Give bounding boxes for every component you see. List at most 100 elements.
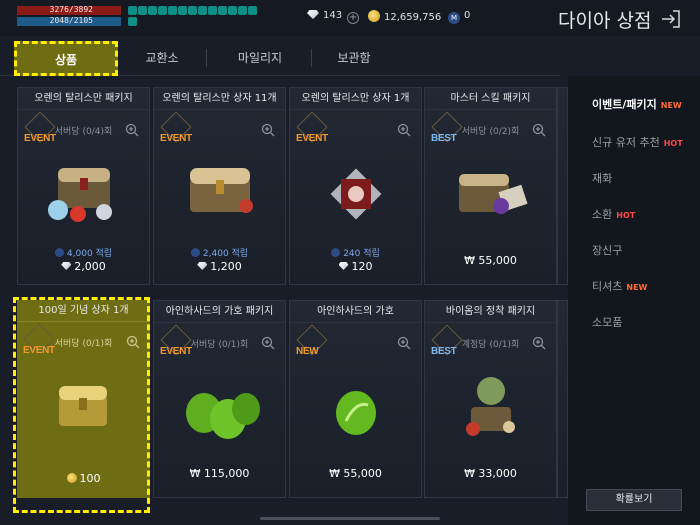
product-title: 오렌의 탈리스만 상자 1개 [290,88,421,110]
page-title: 다이아 상점 [558,10,652,32]
category-label: 티셔츠 [592,280,623,293]
tab-storage[interactable]: 보관함 [318,40,390,76]
add-diamond-icon[interactable]: + [347,12,360,24]
product-card-partial[interactable] [557,87,568,285]
buff-icon [208,6,217,15]
product-title: 오렌의 탈리스만 패키지 [18,88,149,110]
tab-divider [206,49,207,67]
zoom-icon[interactable] [261,123,275,137]
goblin-package-image [466,377,515,436]
zoom-icon[interactable] [397,123,411,137]
category-tshirt[interactable]: 티셔츠 NEW [592,278,647,294]
product-price-text: 2,000 [74,260,106,273]
category-new-user[interactable]: 신규 유저 추천 HOT [592,134,683,150]
buff-icon [168,6,177,15]
gold-coin-icon [368,10,380,22]
exit-icon[interactable] [661,10,681,28]
tab-mileage-label: 마일리지 [237,51,283,65]
green-gem-image [186,393,260,439]
buff-icon [248,6,257,15]
mp-value: 2048/2105 [49,16,93,25]
product-price-text: 1,200 [210,260,242,273]
product-price-text: 120 [351,260,373,273]
mileage-icon [54,248,64,257]
product-price: ₩ 115,000 [189,467,250,480]
buff-icon [148,6,157,15]
product-card[interactable]: 바이옴의 정착 패키지 BEST 계정당 (0/1)회 ₩ 33,000 [424,300,557,498]
product-price: ₩ 55,000 [329,467,382,480]
mileage-reward-text: 4,000 적립 [66,249,113,259]
buff-icon [138,6,147,15]
zoom-icon[interactable] [397,336,411,350]
mileage-reward: 2,400 적립 [154,246,285,259]
diamond-currency: 143 + [307,10,360,24]
category-summon[interactable]: 소환 HOT [592,206,635,222]
tab-exchange-label: 교환소 [145,51,179,65]
product-card[interactable]: 오렌의 탈리스만 상자 11개 EVENT 2,400 적립 1,200 [153,87,286,285]
mp-bar: 2048/2105 [17,16,121,26]
category-accessory[interactable]: 장신구 [592,242,622,258]
buff-icon [128,17,137,26]
buff-icon [238,6,247,15]
product-title: 마스터 스킬 패키지 [425,88,556,110]
tab-products[interactable]: 상품 [14,41,118,76]
treasure-chest-image [190,168,253,213]
new-badge: NEW [296,346,319,357]
product-price: ₩ 55,000 [464,254,517,267]
product-price: ₩ 33,000 [464,467,517,480]
tab-exchange[interactable]: 교환소 [122,40,202,76]
product-price: 120 [290,260,421,273]
product-card[interactable]: 오렌의 탈리스만 패키지 EVENT 서버당 (0/4)회 4,000 적립 2… [17,87,150,285]
mileage-icon [190,248,200,257]
tab-mileage[interactable]: 마일리지 [214,40,306,76]
product-card[interactable]: 마스터 스킬 패키지 BEST 서버당 (0/2)회 ₩ 55,000 [424,87,557,285]
hp-bar: 3276/3892 [17,5,121,15]
skill-package-image [459,174,528,214]
talisman-box-image [330,168,382,220]
buff-icon [128,6,137,15]
event-badge: EVENT [296,133,328,144]
product-card[interactable]: 아인하사드의 가호 패키지 EVENT 서버당 (0/1)회 ₩ 115,000 [153,300,286,498]
gold-amount: 12,659,756 [384,12,442,23]
mileage-icon: M [448,12,460,24]
diamond-icon [307,10,319,19]
tab-divider [311,49,312,67]
hot-tag: HOT [616,211,636,220]
mileage-reward-text: 240 적립 [343,249,380,259]
zoom-icon[interactable] [532,123,546,137]
product-card-partial[interactable] [557,300,568,498]
category-label: 신규 유저 추천 [592,136,660,149]
green-gem-image [336,391,376,435]
product-title: 오렌의 탈리스만 상자 11개 [154,88,285,110]
mileage-reward-text: 2,400 적립 [202,249,249,259]
buff-icon [218,6,227,15]
category-currency[interactable]: 재화 [592,170,612,186]
zoom-icon[interactable] [261,336,275,350]
mileage-icon [331,248,341,257]
zoom-icon[interactable] [532,336,546,350]
gold-currency: 12,659,756 [368,10,441,23]
buff-icons [128,6,257,26]
tab-products-label: 상품 [54,53,78,67]
buff-icon [188,6,197,15]
new-tag: NEW [660,101,682,110]
new-tag: NEW [626,283,648,292]
top-status-bar: 3276/3892 2048/2105 143 + 12,659,756 M0 다… [0,0,700,36]
category-label: 장신구 [592,244,623,257]
zoom-icon[interactable] [125,123,139,137]
category-consumable[interactable]: 소모품 [592,314,622,330]
product-price: 2,000 [18,260,149,273]
event-badge: EVENT [160,133,192,144]
mileage-reward: 4,000 적립 [18,246,149,259]
product-card[interactable]: 오렌의 탈리스만 상자 1개 EVENT 240 적립 120 [289,87,422,285]
category-event-package[interactable]: 이벤트/패키지 NEW [592,96,682,112]
probability-button[interactable]: 확률보기 [586,489,682,511]
category-label: 소환 [592,208,613,221]
buff-icon [158,6,167,15]
treasure-chest-image [48,168,112,222]
buff-icon [228,6,237,15]
hot-tag: HOT [663,139,683,148]
product-card[interactable]: 아인하사드의 가호 NEW ₩ 55,000 [289,300,422,498]
shop-tabs: 상품 교환소 마일리지 보관함 [0,40,560,76]
scroll-indicator[interactable] [260,517,440,520]
